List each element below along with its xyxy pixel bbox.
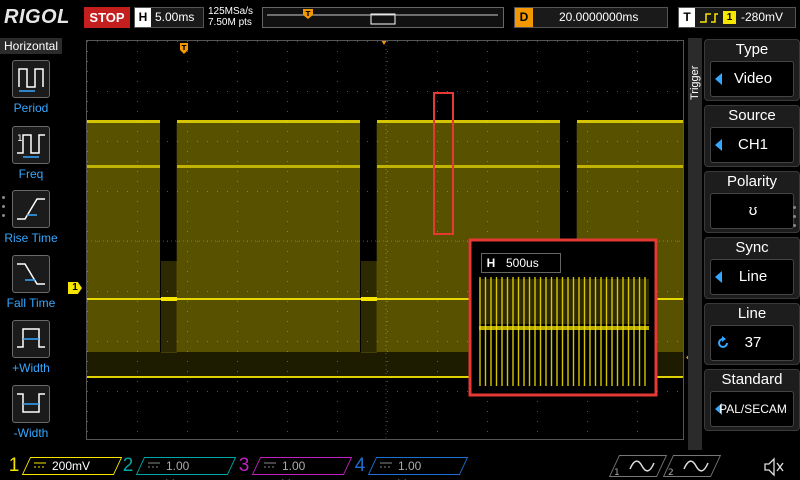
sine-wave-icon: 2 [668,460,709,477]
dc-coupling-icon [148,462,160,468]
memory-depth: 7.50M pts [208,17,252,28]
trigger-polarity-title: Polarity [726,173,778,190]
memory-position-strip[interactable]: T [262,7,504,28]
menu-scroll-indicator [793,206,796,233]
channel1-scale: 200mV [52,459,91,473]
dc-coupling-icon [380,462,392,468]
measure-fall-time-label: Fall Time [6,296,56,310]
trigger-standard-softkey[interactable]: Standard PAL/SECAM [704,369,800,431]
trigger-line-title: Line [737,305,767,322]
trigger-status-box[interactable]: T 1 -280mV [678,7,796,28]
measure-freq-button[interactable]: 1 Freq [0,122,62,186]
delay-box[interactable]: D 20.0000000ms [514,7,668,28]
trigger-menu-title: Trigger [689,65,701,100]
measure-positive-width-label: +Width [12,361,50,375]
trigger-source-value: CH1 [737,136,768,153]
fall-time-icon [12,255,50,293]
timebase-value: 5.00ms [155,10,195,24]
trigger-type-value-box: Video [710,61,794,97]
trigger-type-title: Type [735,41,769,58]
horizontal-timebase-box[interactable]: H 5.00ms [134,7,204,28]
measure-menu-title: Horizontal [0,38,62,54]
sample-rate: 125MSa/s [208,6,254,17]
trigger-position-marker-top: T [180,43,188,54]
channel1-offset-marker[interactable]: 1 [68,282,82,294]
sine-wave-icon: 1 [614,460,655,477]
trigger-standard-value-box: PAL/SECAM [710,391,794,427]
trigger-polarity-softkey[interactable]: Polarity ʊ [704,171,800,233]
channel1-number: 1 [8,455,20,476]
svg-text:T: T [182,44,187,52]
trigger-slope-icon [700,13,718,23]
measure-positive-width-button[interactable]: +Width [0,316,62,380]
trigger-type-value: Video [733,70,773,87]
trigger-menu-tab: Trigger [688,38,702,450]
negative-polarity-icon: ʊ [748,202,758,219]
trigger-sync-softkey[interactable]: Sync Line [704,237,800,299]
trigger-line-softkey[interactable]: Line 37 [704,303,800,365]
trigger-polarity-value-box: ʊ [710,193,794,229]
trigger-sync-value: Line [738,268,768,285]
measure-rise-time-button[interactable]: Rise Time [0,186,62,250]
zoom-inset-label: H [486,256,496,270]
trigger-line-value-box: 37 [710,325,794,361]
waveform-display[interactable]: T H 500us [86,40,684,440]
measure-negative-width-button[interactable]: -Width [0,381,62,445]
channel4-number: 4 [354,455,366,476]
trigger-position-icon: T [303,9,313,19]
negative-width-icon [12,385,50,423]
channel2-number: 2 [122,455,134,476]
channel3-number: 3 [238,455,250,476]
brand-logo: RIGOL [4,6,70,28]
trigger-menu: Trigger Type Video Source CH1 Polarity ʊ… [688,38,800,450]
trigger-standard-title: Standard [721,371,783,388]
measure-period-label: Period [13,101,49,115]
svg-text:1: 1 [614,468,620,477]
zoom-inset-timebase: H 500us [481,253,561,273]
trigger-standard-value: PAL/SECAM [719,402,787,416]
channel3-scale: 1.00 V [282,459,306,480]
svg-text:T: T [306,10,311,18]
trigger-source-value-box: CH1 [710,127,794,163]
trigger-sync-value-box: Line [710,259,794,295]
positive-width-icon [12,320,50,358]
measure-rise-time-label: Rise Time [4,231,58,245]
sound-muted-icon[interactable] [762,457,786,477]
dc-coupling-icon [34,462,46,468]
memory-waveform-icon: T [267,9,498,25]
measure-negative-width-label: -Width [13,426,49,440]
dc-coupling-icon [264,462,276,468]
zoom-inset-value: 500us [506,256,539,270]
run-stop-status[interactable]: STOP [84,7,130,28]
svg-text:1: 1 [17,134,23,144]
horizontal-measure-menu: Horizontal Period 1 Freq Rise Time Fall … [0,38,62,450]
frequency-measure-icon: 1 [12,126,50,164]
delay-label: D [515,8,533,27]
trigger-source-softkey[interactable]: Source CH1 [704,105,800,167]
trigger-type-softkey[interactable]: Type Video [704,39,800,101]
channel-bar: 1 200mV 2 1.00 V 3 1.00 V 4 1.00 V 1 2 [0,452,800,480]
measure-period-button[interactable]: Period [0,56,62,120]
svg-text:2: 2 [668,468,674,477]
channel2-scale: 1.00 V [166,459,190,480]
rise-time-icon [12,190,50,228]
horizontal-label: H [135,8,151,27]
trigger-source-title: Source [728,107,776,124]
menu-scroll-indicator [2,196,6,223]
acquisition-info: 125MSa/s 7.50M pts [208,6,253,28]
channel4-scale: 1.00 V [398,459,422,480]
measure-freq-label: Freq [18,167,44,181]
status-bar: RIGOL STOP H 5.00ms 125MSa/s 7.50M pts T… [0,0,800,36]
trigger-sync-title: Sync [735,239,769,256]
period-measure-icon [12,60,50,98]
trigger-label: T [679,8,695,27]
measure-fall-time-button[interactable]: Fall Time [0,251,62,315]
delay-value: 20.0000000ms [559,10,639,24]
trigger-line-value: 37 [744,334,762,351]
trigger-level: -280mV [741,10,784,24]
graticule: T [87,41,683,439]
trigger-source-badge: 1 [723,11,736,24]
